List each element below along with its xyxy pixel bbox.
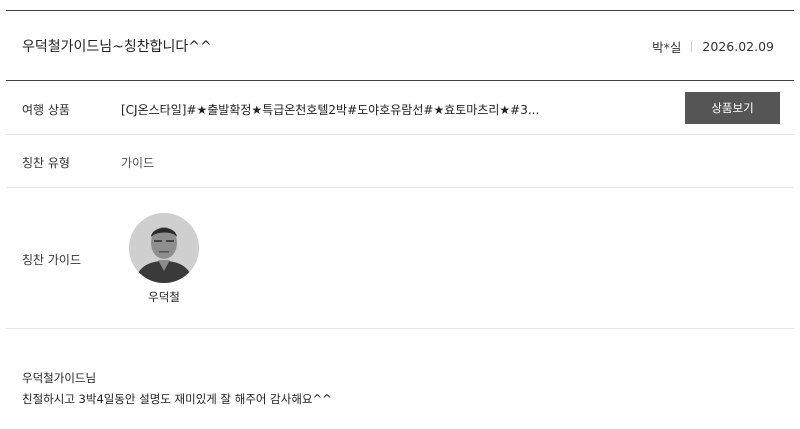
review-detail: 우덕철가이드님~칭찬합니다^^ 박*실 2026.02.09 여행 상품 [CJ… [0,0,800,429]
content-line: 우덕철가이드님 [22,371,97,385]
praise-type-value: 가이드 [121,156,155,170]
review-header: 우덕철가이드님~칭찬합니다^^ 박*실 2026.02.09 [6,11,794,80]
review-title: 우덕철가이드님~칭찬합니다^^ [22,39,212,55]
praise-guide-label: 칭찬 가이드 [22,253,82,267]
review-date: 2026.02.09 [702,39,774,54]
product-name: [CJ온스타일]#★출발확정★특급온천호텔2박#도야호유람선#★효토마츠리★#3… [121,103,540,117]
guide-photo-icon [129,213,199,283]
review-meta: 박*실 2026.02.09 [652,37,774,56]
review-content: 우덕철가이드님 친절하시고 3박4일동안 설명도 재미있게 잘 해주어 감사해요… [22,368,332,410]
praise-type-label: 칭찬 유형 [22,156,70,170]
meta-divider [691,41,693,52]
product-row: 여행 상품 [CJ온스타일]#★출발확정★특급온천호텔2박#도야호유람선#★효토… [6,81,794,135]
content-line: 친절하시고 3박4일동안 설명도 재미있게 잘 해주어 감사해요^^ [22,392,332,406]
guide-name: 우덕철 [148,290,180,304]
view-product-button[interactable]: 상품보기 [685,92,780,124]
author-name: 박*실 [652,40,682,55]
praise-guide-row: 칭찬 가이드 우덕철 [6,188,794,329]
product-label: 여행 상품 [22,103,70,117]
praise-type-row: 칭찬 유형 가이드 [6,135,794,188]
guide-avatar [129,213,199,283]
